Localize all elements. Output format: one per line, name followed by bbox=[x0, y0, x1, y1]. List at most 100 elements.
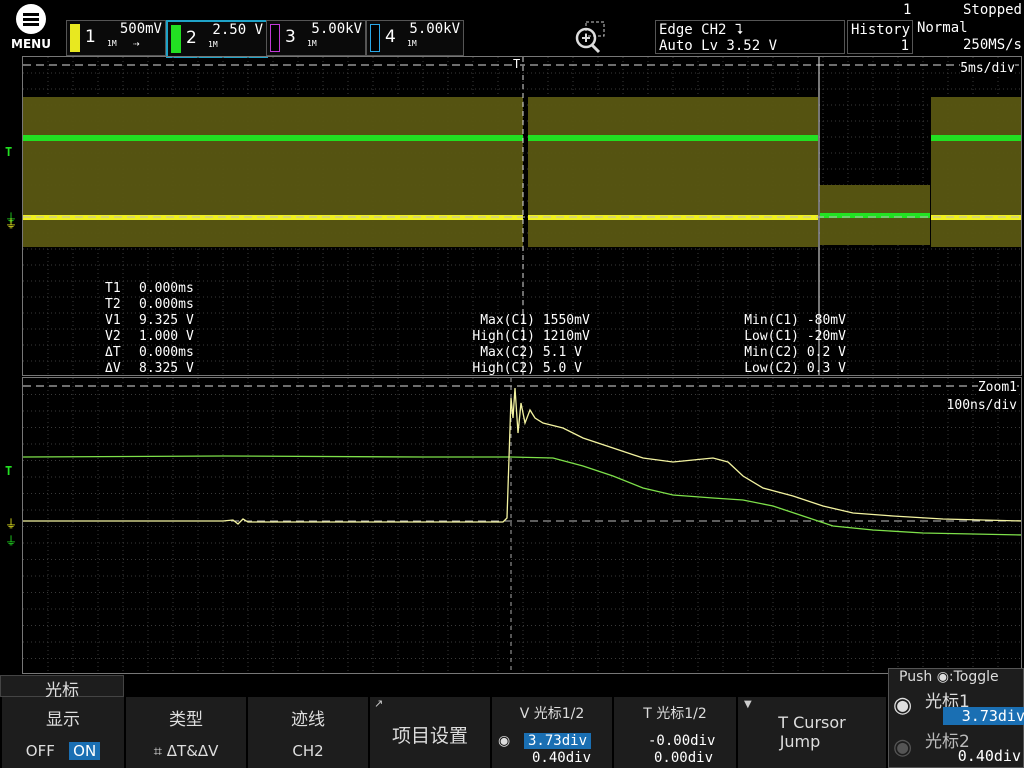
menu-button[interactable]: MENU bbox=[4, 4, 58, 54]
sample-rate: 250MS/s bbox=[962, 37, 1022, 53]
main-timebase: 5ms/div bbox=[960, 61, 1015, 76]
measurement-row: Min(C2) 0.2 V bbox=[744, 345, 846, 360]
channel-1-box[interactable]: 1 500mV 1M ⇢ bbox=[66, 20, 166, 56]
zoom-label: Zoom1 bbox=[977, 380, 1017, 395]
channel-3-color-bar bbox=[270, 24, 280, 52]
zoom-trigger-level-marker: T bbox=[5, 464, 13, 478]
cursor-2-value[interactable]: 0.40div bbox=[947, 747, 1021, 765]
t-cursor-2-value: 0.00div bbox=[654, 750, 714, 766]
trigger-level: Auto Lv 3.52 V bbox=[659, 38, 778, 54]
channel-2-number: 2 bbox=[186, 28, 197, 48]
measurement-row: Low(C2) 0.3 V bbox=[744, 361, 846, 376]
acquisition-count: 1 bbox=[903, 2, 912, 18]
channel-2-scale: 2.50 V bbox=[212, 22, 263, 38]
history-label: History bbox=[851, 22, 911, 38]
trace-softkey[interactable]: 迹线 CH2 bbox=[246, 697, 368, 768]
trace-value: CH2 bbox=[292, 742, 324, 760]
menu-icon bbox=[16, 4, 46, 34]
zoom-timebase: 100ns/div bbox=[946, 398, 1017, 413]
trigger-settings[interactable]: Edge CH2 ⮧ Auto Lv 3.52 V bbox=[655, 20, 845, 54]
trigger-source: Edge CH2 ⮧ bbox=[659, 22, 744, 38]
readout-row: ΔV 8.325 V bbox=[105, 361, 194, 376]
zoom-waveform-svg bbox=[23, 378, 1021, 673]
knob-title: Push ◉:Toggle bbox=[899, 669, 999, 685]
zoom-channel-2-trace bbox=[23, 455, 1021, 536]
v-cursor-softkey[interactable]: V 光标1/2 ◉ 3.73div 0.40div bbox=[490, 697, 612, 768]
channel-3-box[interactable]: 3 5.00kV 1M bbox=[266, 20, 366, 56]
channel-2-box[interactable]: 2 2.50 V 1M bbox=[166, 20, 268, 58]
type-label: 类型 bbox=[169, 710, 203, 730]
display-label: 显示 bbox=[46, 710, 80, 730]
knob-icon: ◉ bbox=[498, 733, 511, 749]
zoom-magnifier-icon[interactable] bbox=[572, 20, 608, 56]
channel-4-scale: 5.00kV bbox=[409, 21, 460, 37]
submenu-arrow-icon: ↗ bbox=[374, 697, 384, 710]
channel-4-box[interactable]: 4 5.00kV 1M bbox=[366, 20, 464, 56]
bandwidth-limit-icon: ⇢ bbox=[133, 37, 140, 50]
readout-row: V2 1.000 V bbox=[105, 329, 194, 344]
v-cursor-2-value: 0.40div bbox=[532, 750, 592, 766]
measurements-right: Min(C1) -80mV Low(C1) -20mV Min(C2) 0.2 … bbox=[729, 313, 871, 376]
trace-label: 迹线 bbox=[291, 710, 325, 730]
knob-push-icon: ◉ bbox=[936, 669, 949, 685]
acquisition-status[interactable]: 1 Stopped Normal 250MS/s bbox=[903, 0, 1024, 54]
v-cursor-1-value: 3.73div bbox=[524, 733, 592, 749]
channel-4-coupling: 1M bbox=[407, 39, 417, 48]
channel-2-trigger-level-marker: T bbox=[5, 145, 13, 159]
channel-2-color-bar bbox=[171, 25, 181, 53]
knob-toggle-label: :Toggle bbox=[948, 669, 999, 685]
channel-4-number: 4 bbox=[385, 27, 396, 47]
display-on-option[interactable]: ON bbox=[69, 742, 101, 760]
measurement-row: Low(C1) -20mV bbox=[744, 329, 846, 344]
knob-panel[interactable]: Push ◉:Toggle ◉ 光标1 3.73div ◉ 光标2 0.40di… bbox=[888, 668, 1024, 768]
dropdown-triangle-icon: ▼ bbox=[744, 699, 752, 710]
item-settings-softkey[interactable]: ↗ 项目设置 bbox=[368, 697, 490, 768]
history-box[interactable]: History 1 bbox=[847, 20, 913, 54]
cursor-1-knob-icon: ◉ bbox=[893, 693, 913, 718]
cursor-readout: T1 0.000ms T2 0.000ms V1 9.325 V V2 1.000 V … bbox=[105, 281, 194, 376]
channel-1-trace bbox=[23, 97, 1021, 247]
channel-1-number: 1 bbox=[85, 27, 96, 47]
main-waveform-view[interactable]: T 5ms/div T1 0.000ms T2 0.000ms V1 9.325 V … bbox=[22, 56, 1022, 376]
readout-row: V1 9.325 V bbox=[105, 313, 194, 328]
measurement-row: Max(C2) 5.1 V bbox=[480, 345, 582, 360]
measurement-row: High(C2) 5.0 V bbox=[472, 361, 582, 376]
channel-1-coupling: 1M bbox=[107, 39, 117, 48]
channel-1-color-bar bbox=[70, 24, 80, 52]
run-state: Stopped bbox=[962, 2, 1022, 18]
channel-3-coupling: 1M bbox=[307, 39, 317, 48]
t-cursor-label: T 光标1/2 bbox=[643, 706, 707, 722]
channel-3-scale: 5.00kV bbox=[311, 21, 362, 37]
v-cursor-label: V 光标1/2 bbox=[519, 706, 585, 722]
channel-3-number: 3 bbox=[285, 27, 296, 47]
type-softkey[interactable]: 类型 ⌗ ΔT&ΔV bbox=[124, 697, 246, 768]
jump-label-line1: T Cursor bbox=[778, 713, 846, 732]
measurement-row: Max(C1) 1550mV bbox=[480, 313, 590, 328]
measurement-row: Min(C1) -80mV bbox=[744, 313, 846, 328]
channel-1-scale: 500mV bbox=[119, 21, 162, 37]
channel-2-coupling: 1M bbox=[208, 40, 218, 49]
cursor-1-value[interactable]: 3.73div bbox=[943, 707, 1024, 725]
zoom-waveform-view[interactable]: Zoom1 100ns/div bbox=[22, 377, 1022, 674]
t-cursor-1-value: -0.00div bbox=[648, 733, 716, 749]
readout-row: T2 0.000ms bbox=[105, 297, 194, 312]
menu-label: MENU bbox=[11, 37, 51, 51]
display-off-option[interactable]: OFF bbox=[26, 742, 55, 760]
jump-label-line2: Jump bbox=[779, 732, 821, 751]
menu-title: 光标 bbox=[0, 675, 124, 701]
channel-4-color-bar bbox=[370, 24, 380, 52]
cursor-2-knob-icon: ◉ bbox=[893, 735, 913, 760]
readout-row: ΔT 0.000ms bbox=[105, 345, 194, 360]
zoom-channel-1-ground-marker: ⏚ bbox=[5, 517, 18, 531]
channel-1-ground-marker: ⏚ bbox=[5, 217, 18, 231]
type-value: ⌗ ΔT&ΔV bbox=[153, 742, 219, 760]
display-softkey[interactable]: 显示 OFF ON bbox=[0, 697, 124, 768]
zoom-channel-2-ground-marker: ⏚ bbox=[5, 534, 18, 548]
item-settings-label: 项目设置 bbox=[391, 725, 468, 747]
softkey-menu: 光标 显示 OFF ON 类型 ⌗ ΔT&ΔV 迹线 CH2 ↗ 项目设置 V … bbox=[0, 675, 1024, 768]
readout-row: T1 0.000ms bbox=[105, 281, 194, 296]
measurement-row: High(C1) 1210mV bbox=[472, 329, 590, 344]
trigger-mode: Normal bbox=[917, 20, 968, 36]
history-value: 1 bbox=[900, 38, 909, 54]
t-cursor-jump-softkey[interactable]: ▼ T Cursor Jump bbox=[736, 697, 886, 768]
